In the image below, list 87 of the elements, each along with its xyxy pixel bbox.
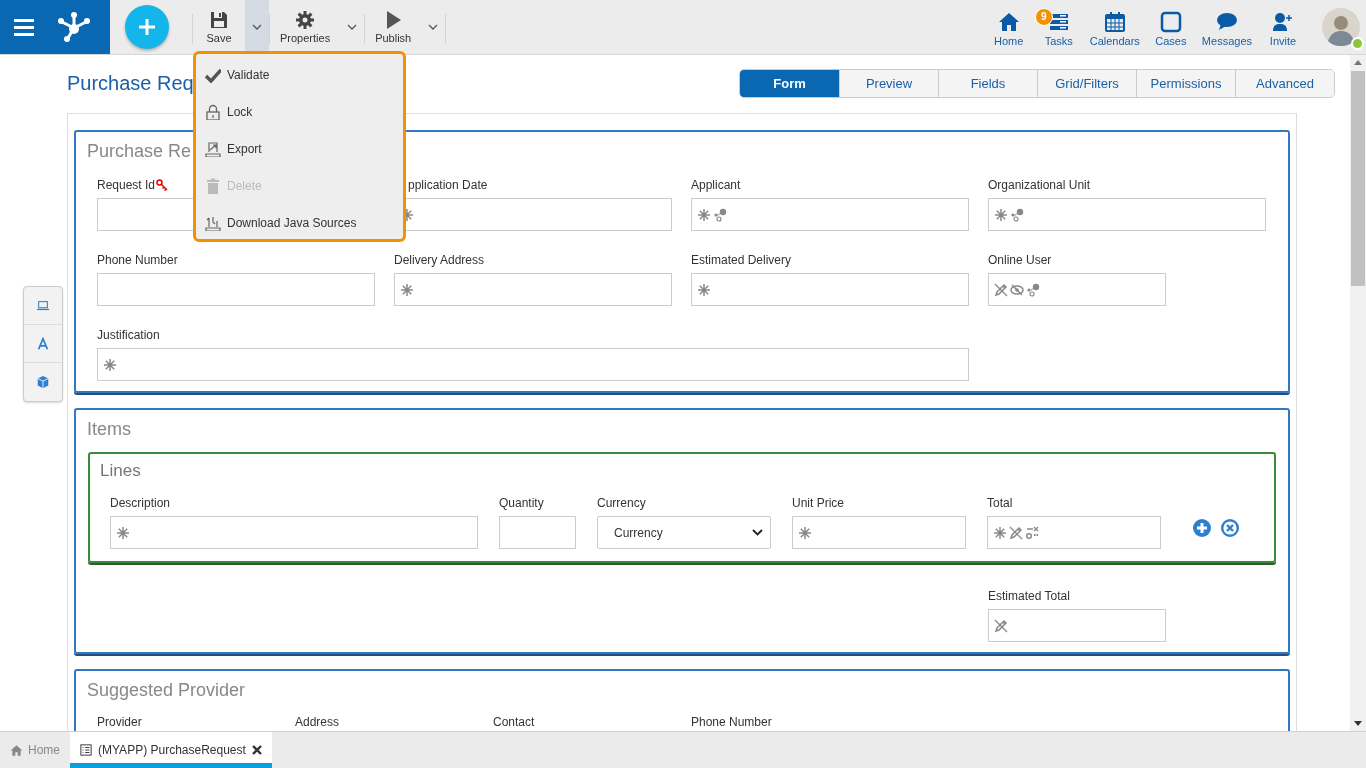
field-label: Applicant (691, 178, 741, 192)
input-field[interactable] (988, 198, 1266, 231)
download-icon (205, 214, 221, 231)
menu-item[interactable]: Download Java Sources (196, 204, 403, 241)
input-field[interactable] (988, 273, 1166, 306)
list-icon (80, 744, 92, 756)
trash-icon (205, 177, 221, 194)
section-title: Suggested Provider (86, 679, 246, 701)
menu-icon[interactable] (14, 18, 36, 36)
section-title: Purchase Re (86, 140, 192, 162)
cube-icon (36, 375, 50, 389)
tab[interactable]: Advanced (1235, 69, 1334, 97)
document-tab[interactable]: (MYAPP) PurchaseRequest (70, 732, 272, 768)
calendar-icon (1103, 11, 1126, 33)
input-field[interactable] (110, 516, 478, 549)
speech-bubble-icon (1215, 11, 1238, 33)
dropdown-button[interactable] (245, 0, 269, 54)
nav-button[interactable]: Home (983, 0, 1034, 54)
input-field[interactable] (988, 609, 1166, 642)
field-label: Quantity (499, 496, 544, 510)
scrollbar[interactable] (1350, 55, 1366, 731)
field-label: Request Id (97, 178, 156, 192)
scroll-down-icon[interactable] (1354, 721, 1362, 726)
field-label: Description (110, 496, 171, 510)
input-field[interactable] (97, 348, 969, 381)
remove-row-icon[interactable] (1221, 518, 1239, 537)
field-label: Address (295, 715, 341, 729)
field-label: Provider (97, 715, 143, 729)
home-icon (10, 743, 23, 757)
count-badge: 9 (1034, 8, 1053, 26)
section-title: Items (86, 418, 131, 440)
plus-icon (137, 17, 157, 37)
laptop-icon (36, 298, 50, 313)
caret-icon (347, 24, 358, 30)
avatar[interactable] (1322, 8, 1360, 46)
field-label: pplication Date (408, 178, 488, 192)
caret-icon (752, 529, 763, 536)
menu-item[interactable]: Export (196, 130, 403, 167)
nav-button[interactable]: Cases (1145, 0, 1196, 54)
caret-icon (252, 24, 262, 30)
field-label: Justification (97, 328, 160, 342)
input-field[interactable] (394, 273, 672, 306)
field-label: Phone Number (691, 715, 773, 729)
nav-button[interactable]: 9 Tasks (1033, 0, 1084, 54)
field-label: Delivery Address (394, 253, 485, 267)
add-row-icon[interactable] (1193, 518, 1211, 537)
select-field[interactable]: Currency (597, 516, 771, 549)
input-field[interactable] (792, 516, 966, 549)
caret-icon (428, 24, 439, 30)
font-icon (36, 336, 50, 351)
lock-icon (205, 103, 221, 120)
page-title: Purchase Req (67, 71, 194, 95)
nav-button[interactable]: Messages (1195, 0, 1258, 54)
scrollbar-thumb[interactable] (1351, 71, 1365, 286)
field-label: Contact (493, 715, 536, 729)
field-label: Organizational Unit (988, 178, 1091, 192)
check-icon (205, 66, 221, 83)
field-label: Estimated Total (988, 589, 1070, 603)
input-field[interactable] (691, 273, 969, 306)
input-field[interactable] (97, 273, 375, 306)
field-label: Online User (988, 253, 1052, 267)
nav-button[interactable]: Invite (1258, 0, 1308, 54)
field-label: Unit Price (792, 496, 844, 510)
field-label: Currency (597, 496, 646, 510)
menu-item[interactable]: Lock (196, 93, 403, 130)
square-icon (1159, 11, 1182, 33)
add-user-icon (1272, 11, 1294, 33)
nav-button[interactable]: Calendars (1083, 0, 1146, 54)
scroll-up-icon[interactable] (1354, 60, 1362, 65)
close-icon[interactable] (251, 745, 262, 755)
tasks-icon (1047, 11, 1070, 33)
grid-title: Lines (99, 460, 142, 482)
field-label: Estimated Delivery (691, 253, 792, 267)
toolbar-button[interactable]: Publish (365, 0, 422, 54)
add-button[interactable] (125, 5, 169, 49)
input-field[interactable] (691, 198, 969, 231)
menu-item[interactable]: Validate (196, 56, 403, 93)
gear-icon (295, 10, 316, 30)
save-icon (209, 10, 229, 30)
logo-icon (57, 12, 91, 42)
field-label: Total (987, 496, 1013, 510)
field-label: Phone Number (97, 253, 178, 267)
tab[interactable]: Form (740, 69, 839, 97)
home-icon (997, 11, 1020, 33)
export-icon (205, 140, 221, 157)
input-field[interactable] (499, 516, 576, 549)
input-field[interactable] (987, 516, 1161, 549)
